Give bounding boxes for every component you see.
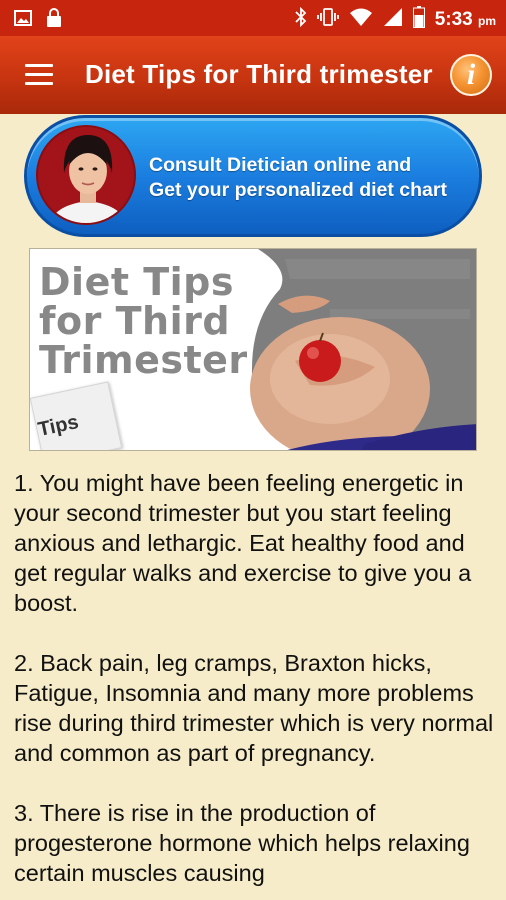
article-body: 1. You might have been feeling energetic… xyxy=(14,468,494,900)
consult-line-1: Consult Dietician online and xyxy=(149,154,412,176)
clock-time: 5:33 xyxy=(434,8,473,30)
tip-paragraph: 3. There is rise in the production of pr… xyxy=(14,800,470,886)
lock-icon xyxy=(46,8,62,33)
bluetooth-icon xyxy=(295,6,307,32)
clock: 5:33 pm xyxy=(435,9,496,31)
dietician-avatar xyxy=(36,125,136,225)
consult-text: Consult Dietician online and Get your pe… xyxy=(149,153,447,203)
consult-dietician-banner[interactable]: Consult Dietician online and Get your pe… xyxy=(24,115,482,237)
clock-ampm: pm xyxy=(478,13,496,28)
signal-icon xyxy=(383,7,403,32)
hamburger-menu-icon[interactable] xyxy=(25,64,53,86)
tip-paragraph: 1. You might have been feeling energetic… xyxy=(14,470,472,616)
battery-icon xyxy=(412,6,425,33)
hero-image: Diet Tips for Third Trimester Tips xyxy=(29,248,477,451)
app-bar: Diet Tips for Third trimester i xyxy=(0,36,506,114)
tip-paragraph: 2. Back pain, leg cramps, Braxton hicks,… xyxy=(14,650,494,766)
info-icon[interactable]: i xyxy=(450,54,492,96)
wifi-icon xyxy=(349,7,373,32)
status-bar: 5:33 pm xyxy=(0,0,506,36)
page-title: Diet Tips for Third trimester xyxy=(85,59,433,89)
consult-line-2: Get your personalized diet chart xyxy=(149,179,447,201)
image-icon xyxy=(14,9,32,32)
vibrate-icon xyxy=(316,7,339,32)
hero-title: Diet Tips for Third Trimester xyxy=(39,260,248,382)
